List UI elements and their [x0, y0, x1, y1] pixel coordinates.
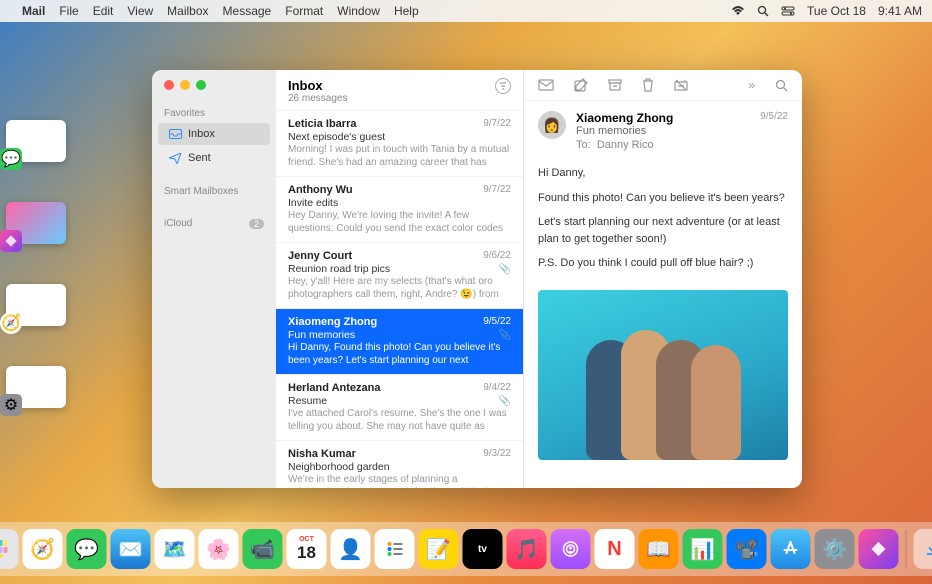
menu-view[interactable]: View [127, 4, 153, 18]
filter-button[interactable] [495, 78, 511, 94]
dock-keynote[interactable]: 📽️ [727, 529, 767, 569]
message-list-item[interactable]: Leticia Ibarra9/7/22Next episode's guest… [276, 111, 523, 177]
menu-message[interactable]: Message [223, 4, 272, 18]
fullscreen-button[interactable] [196, 80, 206, 90]
trash-icon[interactable] [642, 78, 654, 92]
icloud-count: 2 [249, 219, 264, 229]
message-list-item[interactable]: Nisha Kumar9/3/22Neighborhood gardenWe'r… [276, 441, 523, 488]
body-paragraph: Let's start planning our next adventure … [538, 214, 788, 247]
avatar: 👩 [538, 111, 566, 139]
messages-icon: 💬 [0, 148, 22, 170]
menubar: Mail File Edit View Mailbox Message Form… [0, 0, 932, 22]
safari-icon: 🧭 [0, 312, 22, 334]
reader-date: 9/5/22 [760, 111, 788, 151]
list-count: 26 messages [288, 93, 347, 104]
message-list-item[interactable]: Xiaomeng Zhong9/5/22Fun memoriesHi Danny… [276, 309, 523, 375]
stage-group[interactable]: ⚙︎ [6, 366, 84, 408]
dock-messages[interactable]: 💬 [67, 529, 107, 569]
control-center-icon[interactable] [781, 6, 795, 16]
menu-help[interactable]: Help [394, 4, 419, 18]
dock-launchpad[interactable] [0, 529, 19, 569]
stage-manager: 💬 🧭 ⚙︎ [6, 120, 84, 408]
reader-to: To: Danny Rico [576, 139, 673, 151]
sidebar: Favorites Inbox Sent Smart Mailboxes iCl… [152, 70, 276, 488]
list-title: Inbox [288, 78, 347, 93]
menu-window[interactable]: Window [337, 4, 380, 18]
dock-reminders[interactable] [375, 529, 415, 569]
menu-format[interactable]: Format [285, 4, 323, 18]
shortcuts-icon [0, 230, 22, 252]
attachment-icon: 📎 [499, 264, 511, 275]
dock-maps[interactable]: 🗺️ [155, 529, 195, 569]
dock-notes[interactable]: 📝 [419, 529, 459, 569]
sidebar-item-label: Inbox [188, 128, 215, 140]
dock-music[interactable]: 🎵 [507, 529, 547, 569]
attachment-icon: 📎 [499, 396, 511, 407]
stage-group[interactable] [6, 202, 84, 244]
dock-settings[interactable]: ⚙️ [815, 529, 855, 569]
compose-icon[interactable] [574, 78, 588, 92]
dock-photos[interactable]: 🌸 [199, 529, 239, 569]
reply-icon[interactable] [538, 79, 554, 91]
stage-group[interactable]: 💬 [6, 120, 84, 162]
settings-icon: ⚙︎ [0, 394, 22, 416]
dock-downloads[interactable] [914, 529, 932, 569]
menubar-time[interactable]: 9:41 AM [878, 4, 922, 18]
close-button[interactable] [164, 80, 174, 90]
stage-group[interactable]: 🧭 [6, 284, 84, 326]
dock-contacts[interactable]: 👤 [331, 529, 371, 569]
dock-appstore[interactable] [771, 529, 811, 569]
sidebar-header-favorites: Favorites [152, 102, 276, 122]
message-list: Inbox 26 messages Leticia Ibarra9/7/22Ne… [276, 70, 524, 488]
reader-from: Xiaomeng Zhong [576, 111, 673, 125]
more-icon[interactable]: » [748, 78, 755, 92]
wifi-icon[interactable] [731, 6, 745, 16]
message-list-item[interactable]: Jenny Court9/6/22Reunion road trip picsH… [276, 243, 523, 309]
app-name[interactable]: Mail [22, 4, 45, 18]
body-paragraph: P.S. Do you think I could pull off blue … [538, 255, 788, 272]
message-attachment-image[interactable] [538, 290, 788, 460]
message-reader: » 👩 Xiaomeng Zhong Fun memories To: Dann… [524, 70, 802, 488]
dock-news[interactable]: N [595, 529, 635, 569]
sent-icon [168, 151, 182, 165]
dock-tv[interactable]: tv [463, 529, 503, 569]
dock-books[interactable]: 📖 [639, 529, 679, 569]
dock-calendar[interactable]: OCT18 [287, 529, 327, 569]
dock-separator [906, 530, 907, 568]
traffic-lights [152, 80, 276, 102]
mail-window: Favorites Inbox Sent Smart Mailboxes iCl… [152, 70, 802, 488]
reader-subject: Fun memories [576, 125, 673, 137]
body-paragraph: Found this photo! Can you believe it's b… [538, 190, 788, 207]
sidebar-header-icloud[interactable]: iCloud 2 [152, 212, 276, 232]
search-icon[interactable] [775, 79, 788, 92]
spotlight-icon[interactable] [757, 5, 769, 17]
junk-icon[interactable] [674, 79, 688, 91]
body-paragraph: Hi Danny, [538, 165, 788, 182]
archive-icon[interactable] [608, 79, 622, 91]
dock-safari[interactable]: 🧭 [23, 529, 63, 569]
message-body: Hi Danny, Found this photo! Can you belie… [524, 159, 802, 290]
message-list-item[interactable]: Anthony Wu9/7/22Invite editsHey Danny, W… [276, 177, 523, 243]
dock-shortcuts[interactable] [859, 529, 899, 569]
dock-podcasts[interactable] [551, 529, 591, 569]
attachment-icon: 📎 [499, 330, 511, 341]
sidebar-item-label: Sent [188, 152, 211, 164]
dock-facetime[interactable]: 📹 [243, 529, 283, 569]
sidebar-item-inbox[interactable]: Inbox [158, 123, 270, 145]
sidebar-header-smart: Smart Mailboxes [152, 180, 276, 200]
dock-mail[interactable]: ✉️ [111, 529, 151, 569]
dock: 😀 🧭 💬 ✉️ 🗺️ 🌸 📹 OCT18 👤 📝 tv 🎵 N 📖 📊 📽️ … [0, 522, 932, 576]
message-list-item[interactable]: Herland Antezana9/4/22ResumeI've attache… [276, 375, 523, 441]
minimize-button[interactable] [180, 80, 190, 90]
sidebar-item-sent[interactable]: Sent [158, 147, 270, 169]
menu-edit[interactable]: Edit [93, 4, 114, 18]
inbox-icon [168, 127, 182, 141]
menu-file[interactable]: File [59, 4, 78, 18]
menubar-date[interactable]: Tue Oct 18 [807, 4, 866, 18]
menu-mailbox[interactable]: Mailbox [167, 4, 208, 18]
dock-numbers[interactable]: 📊 [683, 529, 723, 569]
